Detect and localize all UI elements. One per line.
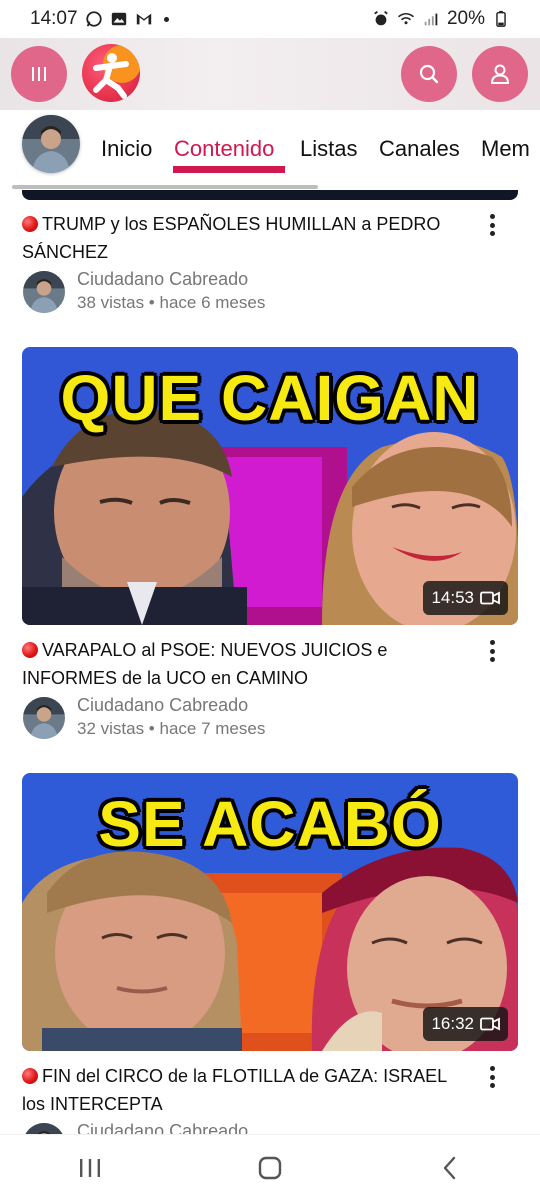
header-background <box>0 38 540 118</box>
whatsapp-icon <box>85 11 102 27</box>
tab-inicio[interactable]: Inicio <box>101 136 152 162</box>
status-bar: 14:07 20% <box>0 0 540 38</box>
alarm-icon <box>374 11 388 26</box>
battery-icon <box>496 10 506 27</box>
tab-canales[interactable]: Canales <box>379 136 460 162</box>
thumbnail-caption: SE ACABÓ <box>98 788 442 860</box>
status-time: 14:07 <box>30 8 78 29</box>
red-circle-icon <box>22 216 38 232</box>
wifi-calling-icon <box>398 13 414 25</box>
previous-video-thumbnail[interactable] <box>22 190 518 200</box>
tab-members[interactable]: Mem <box>481 136 530 162</box>
red-circle-icon <box>22 642 38 658</box>
video-thumbnail[interactable]: SE ACABÓ 16:32 <box>22 773 518 1051</box>
gallery-icon <box>111 12 126 26</box>
video-duration: 16:32 <box>423 1007 508 1041</box>
channel-avatar-small[interactable] <box>23 697 65 739</box>
notification-dot-icon <box>163 16 169 22</box>
tab-listas[interactable]: Listas <box>300 136 357 162</box>
home-button[interactable] <box>250 1148 290 1188</box>
tab-contenido[interactable]: Contenido <box>174 136 274 162</box>
back-button[interactable] <box>430 1148 470 1188</box>
video-thumbnail[interactable]: QUE CAIGAN 14:53 <box>22 347 518 625</box>
tab-bar: Inicio Contenido Listas Canales Mem <box>0 110 540 190</box>
menu-button[interactable] <box>11 46 67 102</box>
signal-icon <box>424 13 438 26</box>
video-title[interactable]: FIN del CIRCO de la FLOTILLA de GAZA: IS… <box>22 1062 472 1118</box>
logo-figure-icon <box>93 45 140 99</box>
home-icon <box>258 1156 282 1180</box>
search-icon <box>419 64 439 84</box>
channel-avatar-small[interactable] <box>23 271 65 313</box>
video-camera-icon <box>480 1017 500 1031</box>
gmail-icon <box>136 13 151 25</box>
system-nav-bar <box>0 1134 540 1201</box>
thumbnail-caption: QUE CAIGAN <box>60 362 480 434</box>
video-stats: 38 vistas • hace 6 meses <box>77 293 266 312</box>
video-duration: 14:53 <box>423 581 508 615</box>
red-circle-icon <box>22 1068 38 1084</box>
channel-name[interactable]: Ciudadano Cabreado <box>77 269 248 290</box>
video-stats: 32 vistas • hace 7 meses <box>77 719 266 738</box>
back-icon <box>443 1156 456 1180</box>
more-options-button[interactable] <box>482 1062 502 1092</box>
more-options-button[interactable] <box>482 210 502 240</box>
tab-scrollbar[interactable] <box>12 185 318 189</box>
menu-icon <box>32 67 46 81</box>
profile-icon <box>490 64 510 84</box>
battery-percent: 20% <box>446 8 485 29</box>
video-title[interactable]: VARAPALO al PSOE: NUEVOS JUICIOS e INFOR… <box>22 636 472 692</box>
video-title[interactable]: TRUMP y los ESPAÑOLES HUMILLAN a PEDRO S… <box>22 210 472 266</box>
active-tab-indicator <box>173 166 285 173</box>
channel-avatar[interactable] <box>22 115 80 173</box>
recents-icon <box>80 1159 100 1177</box>
video-camera-icon <box>480 591 500 605</box>
more-options-button[interactable] <box>482 636 502 666</box>
recents-button[interactable] <box>70 1148 110 1188</box>
channel-name[interactable]: Ciudadano Cabreado <box>77 695 248 716</box>
search-button[interactable] <box>401 46 457 102</box>
profile-button[interactable] <box>472 46 528 102</box>
app-logo[interactable] <box>82 44 140 102</box>
